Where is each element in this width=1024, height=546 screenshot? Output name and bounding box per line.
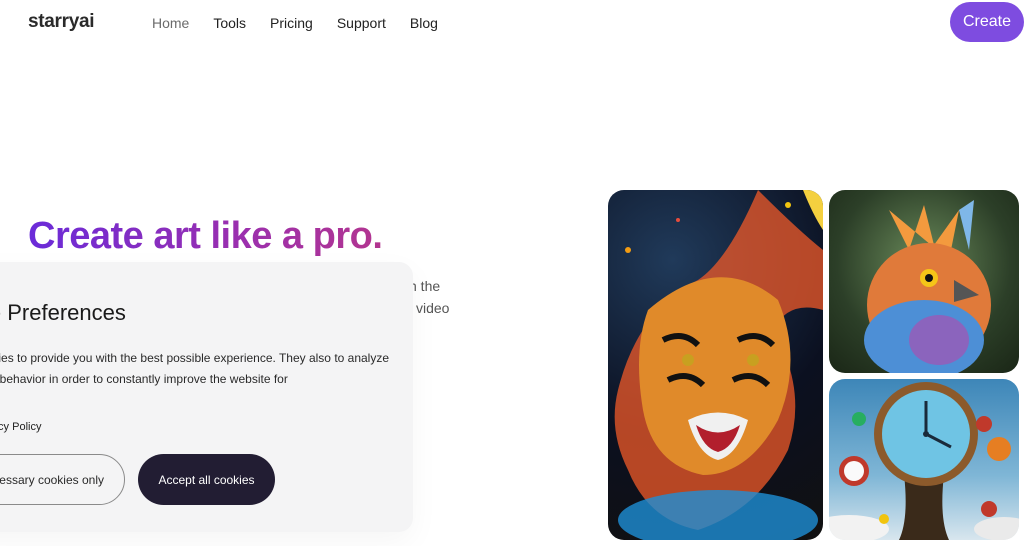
accept-all-cookies-button[interactable]: Accept all cookies: [138, 454, 275, 505]
create-button[interactable]: Create: [950, 2, 1024, 42]
nav-pricing[interactable]: Pricing: [270, 15, 313, 31]
cookie-dialog-text: cookies to provide you with the best pos…: [0, 351, 390, 386]
privacy-policy-link[interactable]: Privacy Policy: [0, 421, 41, 433]
tiger-illustration: [614, 190, 823, 540]
hero-title: Create art like a pro.: [28, 215, 383, 257]
gallery-image-bird: [829, 190, 1019, 373]
main-nav: Home Tools Pricing Support Blog: [152, 15, 438, 31]
nav-tools[interactable]: Tools: [213, 15, 246, 31]
gallery-image-tiger: [608, 190, 823, 540]
nav-blog[interactable]: Blog: [410, 15, 438, 31]
bird-illustration: [864, 200, 991, 373]
hero-subtitle-line-2: video: [416, 300, 450, 316]
logo[interactable]: starryai: [28, 11, 95, 33]
cookie-dialog-title: kie Preferences: [0, 300, 126, 325]
gallery-image-clock: [829, 379, 1019, 540]
necessary-cookies-button[interactable]: essary cookies only: [0, 454, 125, 505]
clock-illustration: [829, 382, 1019, 540]
hero-subtitle-line-1: h the: [409, 278, 441, 294]
cookie-preferences-dialog: kie Preferences cookies to provide you w…: [0, 262, 413, 532]
nav-support[interactable]: Support: [337, 15, 386, 31]
nav-home[interactable]: Home: [152, 15, 189, 31]
